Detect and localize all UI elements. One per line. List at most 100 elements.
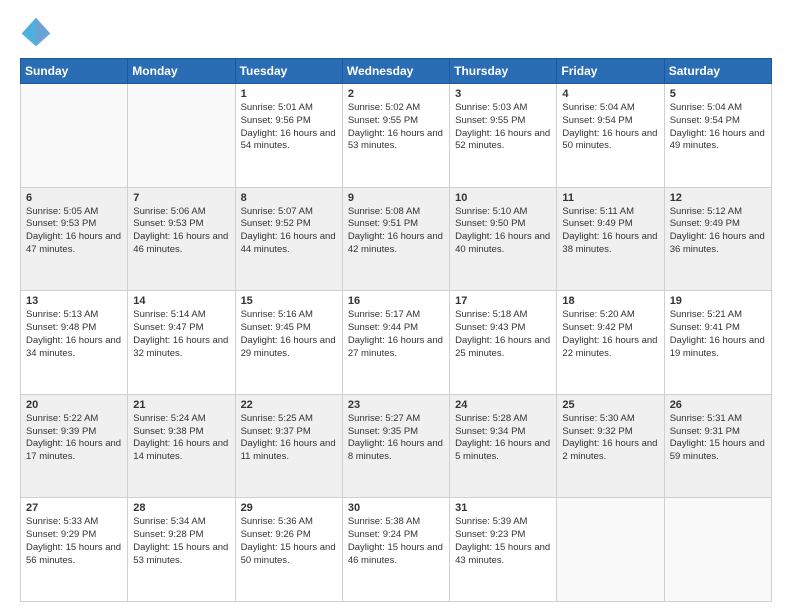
calendar-cell: 4Sunrise: 5:04 AMSunset: 9:54 PMDaylight… <box>557 84 664 188</box>
calendar-cell: 19Sunrise: 5:21 AMSunset: 9:41 PMDayligh… <box>664 291 771 395</box>
day-info: Daylight: 16 hours and 54 minutes. <box>241 128 337 154</box>
calendar-week-5: 27Sunrise: 5:33 AMSunset: 9:29 PMDayligh… <box>21 498 772 602</box>
day-info: Sunset: 9:31 PM <box>670 426 766 439</box>
calendar-cell: 16Sunrise: 5:17 AMSunset: 9:44 PMDayligh… <box>342 291 449 395</box>
calendar-cell: 30Sunrise: 5:38 AMSunset: 9:24 PMDayligh… <box>342 498 449 602</box>
calendar-cell: 9Sunrise: 5:08 AMSunset: 9:51 PMDaylight… <box>342 187 449 291</box>
day-info: Sunrise: 5:30 AM <box>562 413 658 426</box>
day-number: 16 <box>348 295 444 307</box>
day-info: Sunrise: 5:31 AM <box>670 413 766 426</box>
day-info: Sunset: 9:48 PM <box>26 322 122 335</box>
logo <box>20 16 56 48</box>
day-info: Sunset: 9:43 PM <box>455 322 551 335</box>
day-info: Daylight: 16 hours and 47 minutes. <box>26 231 122 257</box>
day-info: Sunrise: 5:11 AM <box>562 206 658 219</box>
day-number: 12 <box>670 192 766 204</box>
calendar-body: 1Sunrise: 5:01 AMSunset: 9:56 PMDaylight… <box>21 84 772 602</box>
day-info: Sunrise: 5:02 AM <box>348 102 444 115</box>
day-info: Sunset: 9:55 PM <box>455 115 551 128</box>
day-info: Sunrise: 5:10 AM <box>455 206 551 219</box>
day-info: Sunset: 9:52 PM <box>241 218 337 231</box>
calendar-cell: 2Sunrise: 5:02 AMSunset: 9:55 PMDaylight… <box>342 84 449 188</box>
calendar-cell: 31Sunrise: 5:39 AMSunset: 9:23 PMDayligh… <box>450 498 557 602</box>
day-info: Sunset: 9:45 PM <box>241 322 337 335</box>
day-info: Sunset: 9:24 PM <box>348 529 444 542</box>
day-number: 28 <box>133 502 229 514</box>
day-info: Daylight: 16 hours and 36 minutes. <box>670 231 766 257</box>
weekday-header-monday: Monday <box>128 59 235 84</box>
day-info: Sunrise: 5:18 AM <box>455 309 551 322</box>
day-info: Daylight: 16 hours and 17 minutes. <box>26 438 122 464</box>
calendar-cell: 15Sunrise: 5:16 AMSunset: 9:45 PMDayligh… <box>235 291 342 395</box>
weekday-header-sunday: Sunday <box>21 59 128 84</box>
header <box>20 16 772 48</box>
calendar-cell: 6Sunrise: 5:05 AMSunset: 9:53 PMDaylight… <box>21 187 128 291</box>
calendar-cell: 8Sunrise: 5:07 AMSunset: 9:52 PMDaylight… <box>235 187 342 291</box>
weekday-header-saturday: Saturday <box>664 59 771 84</box>
calendar-cell: 23Sunrise: 5:27 AMSunset: 9:35 PMDayligh… <box>342 394 449 498</box>
weekday-header-wednesday: Wednesday <box>342 59 449 84</box>
day-info: Sunrise: 5:27 AM <box>348 413 444 426</box>
calendar-cell <box>557 498 664 602</box>
day-info: Sunset: 9:37 PM <box>241 426 337 439</box>
calendar-cell: 27Sunrise: 5:33 AMSunset: 9:29 PMDayligh… <box>21 498 128 602</box>
day-info: Daylight: 16 hours and 53 minutes. <box>348 128 444 154</box>
calendar-cell: 12Sunrise: 5:12 AMSunset: 9:49 PMDayligh… <box>664 187 771 291</box>
day-info: Daylight: 15 hours and 59 minutes. <box>670 438 766 464</box>
day-info: Daylight: 16 hours and 32 minutes. <box>133 335 229 361</box>
day-info: Sunset: 9:54 PM <box>562 115 658 128</box>
day-number: 30 <box>348 502 444 514</box>
day-info: Daylight: 15 hours and 46 minutes. <box>348 542 444 568</box>
day-info: Daylight: 16 hours and 46 minutes. <box>133 231 229 257</box>
day-number: 6 <box>26 192 122 204</box>
day-info: Daylight: 16 hours and 44 minutes. <box>241 231 337 257</box>
calendar-cell: 5Sunrise: 5:04 AMSunset: 9:54 PMDaylight… <box>664 84 771 188</box>
day-info: Sunrise: 5:16 AM <box>241 309 337 322</box>
calendar-table: SundayMondayTuesdayWednesdayThursdayFrid… <box>20 58 772 602</box>
day-info: Sunrise: 5:20 AM <box>562 309 658 322</box>
day-info: Sunrise: 5:08 AM <box>348 206 444 219</box>
day-info: Sunset: 9:51 PM <box>348 218 444 231</box>
calendar-cell <box>664 498 771 602</box>
day-number: 24 <box>455 399 551 411</box>
calendar-cell: 28Sunrise: 5:34 AMSunset: 9:28 PMDayligh… <box>128 498 235 602</box>
day-info: Daylight: 15 hours and 53 minutes. <box>133 542 229 568</box>
day-info: Sunset: 9:53 PM <box>133 218 229 231</box>
day-info: Sunset: 9:54 PM <box>670 115 766 128</box>
day-info: Sunset: 9:34 PM <box>455 426 551 439</box>
calendar-cell: 21Sunrise: 5:24 AMSunset: 9:38 PMDayligh… <box>128 394 235 498</box>
calendar-cell: 22Sunrise: 5:25 AMSunset: 9:37 PMDayligh… <box>235 394 342 498</box>
day-number: 14 <box>133 295 229 307</box>
calendar-cell: 3Sunrise: 5:03 AMSunset: 9:55 PMDaylight… <box>450 84 557 188</box>
calendar-cell: 25Sunrise: 5:30 AMSunset: 9:32 PMDayligh… <box>557 394 664 498</box>
calendar-week-3: 13Sunrise: 5:13 AMSunset: 9:48 PMDayligh… <box>21 291 772 395</box>
day-info: Sunrise: 5:33 AM <box>26 516 122 529</box>
day-info: Daylight: 16 hours and 49 minutes. <box>670 128 766 154</box>
day-number: 9 <box>348 192 444 204</box>
day-number: 23 <box>348 399 444 411</box>
day-number: 2 <box>348 88 444 100</box>
day-number: 4 <box>562 88 658 100</box>
day-number: 7 <box>133 192 229 204</box>
calendar-cell <box>128 84 235 188</box>
day-info: Sunset: 9:49 PM <box>562 218 658 231</box>
day-number: 8 <box>241 192 337 204</box>
day-info: Sunset: 9:53 PM <box>26 218 122 231</box>
calendar-cell <box>21 84 128 188</box>
day-info: Daylight: 16 hours and 34 minutes. <box>26 335 122 361</box>
day-number: 3 <box>455 88 551 100</box>
calendar-header: SundayMondayTuesdayWednesdayThursdayFrid… <box>21 59 772 84</box>
day-info: Daylight: 16 hours and 38 minutes. <box>562 231 658 257</box>
day-number: 31 <box>455 502 551 514</box>
day-info: Daylight: 15 hours and 43 minutes. <box>455 542 551 568</box>
calendar-cell: 14Sunrise: 5:14 AMSunset: 9:47 PMDayligh… <box>128 291 235 395</box>
day-info: Sunrise: 5:13 AM <box>26 309 122 322</box>
day-info: Sunset: 9:49 PM <box>670 218 766 231</box>
day-info: Sunrise: 5:01 AM <box>241 102 337 115</box>
day-number: 11 <box>562 192 658 204</box>
day-info: Sunset: 9:50 PM <box>455 218 551 231</box>
day-info: Sunrise: 5:36 AM <box>241 516 337 529</box>
day-number: 25 <box>562 399 658 411</box>
calendar-week-4: 20Sunrise: 5:22 AMSunset: 9:39 PMDayligh… <box>21 394 772 498</box>
day-info: Sunrise: 5:14 AM <box>133 309 229 322</box>
